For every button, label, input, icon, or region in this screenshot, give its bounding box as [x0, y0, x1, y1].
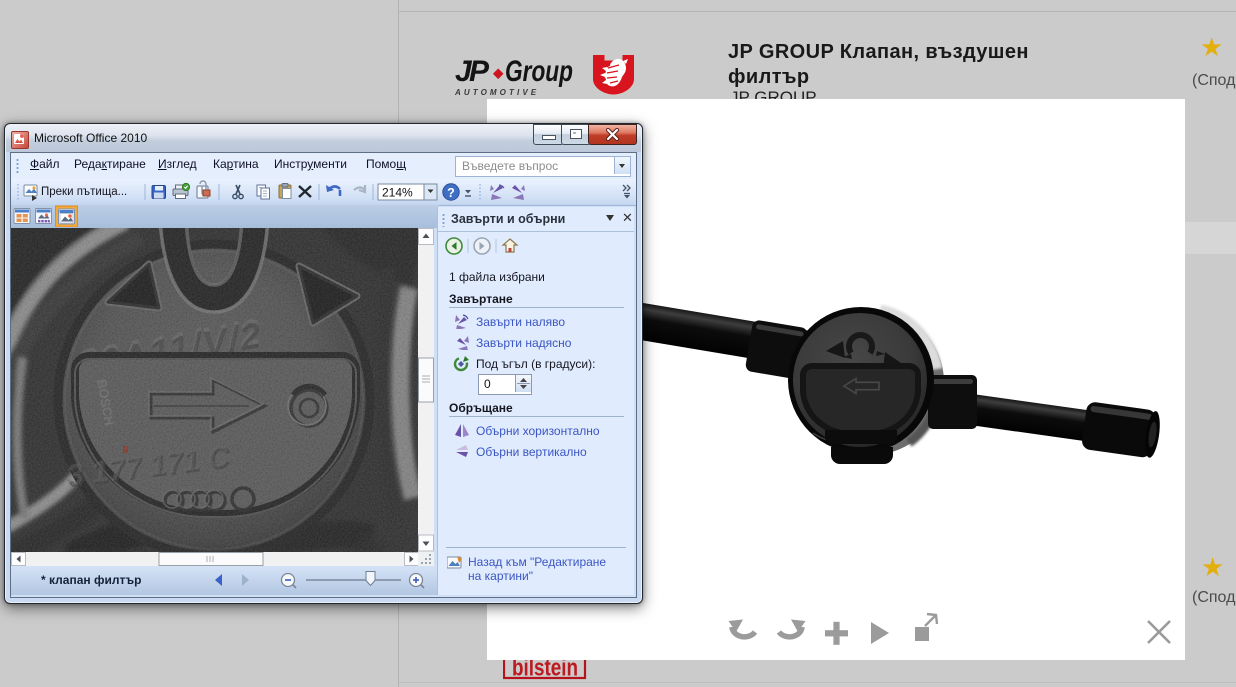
svg-text:Преки пътища...: Преки пътища... — [41, 186, 127, 198]
svg-text:bilstein: bilstein — [512, 660, 578, 682]
svg-text:Group: Group — [505, 55, 573, 88]
svg-text:JP: JP — [455, 55, 490, 88]
svg-text:AUTOMOTIVE: AUTOMOTIVE — [454, 88, 539, 97]
svg-text:214%: 214% — [382, 186, 413, 200]
svg-text:?: ? — [447, 186, 455, 200]
